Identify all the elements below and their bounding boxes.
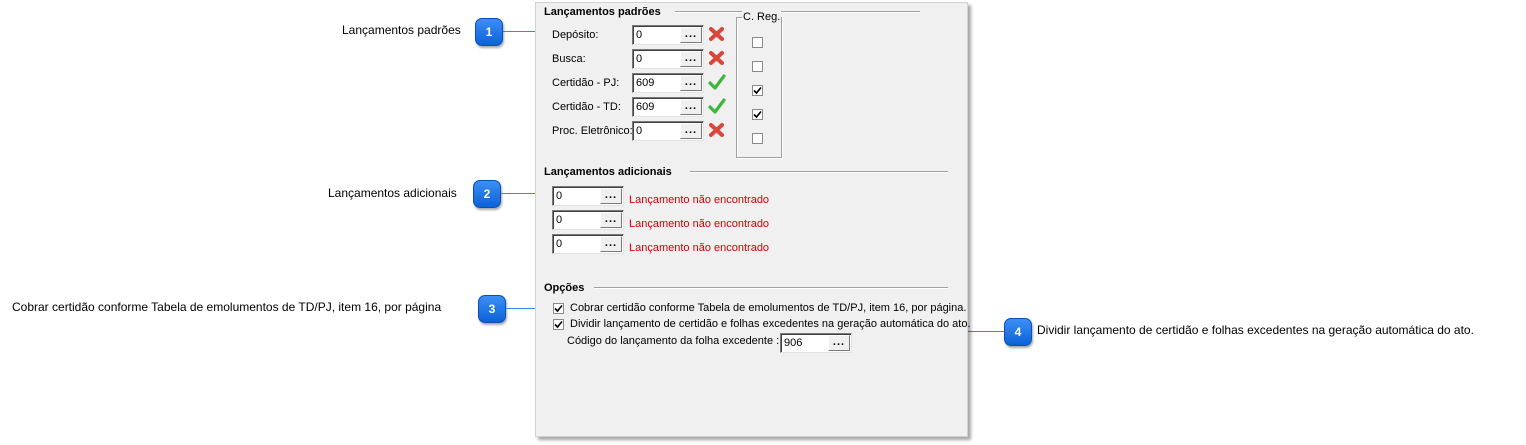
callout-text-1: Lançamentos padrões [342, 23, 461, 37]
dividir-lancamento-label[interactable]: Dividir lançamento de certidão e folhas … [570, 318, 971, 330]
label-certidao-td: Certidão - TD: [552, 101, 621, 113]
x-icon [709, 123, 724, 137]
group-divider-adicionais [690, 171, 948, 173]
codigo-folha-value: 906 [784, 337, 803, 349]
callout-text-2: Lançamentos adicionais [328, 186, 457, 200]
deposito-lookup-button[interactable]: ... [680, 27, 702, 43]
checkmark-icon [753, 110, 762, 119]
adicional-value-2: 0 [556, 214, 563, 226]
callout-text-4: Dividir lançamento de certidão e folhas … [1037, 323, 1474, 337]
callout-badge-3: 3 [478, 295, 506, 323]
callout-text-3: Cobrar certidão conforme Tabela de emolu… [12, 300, 442, 314]
adicional-message-3: Lançamento não encontrado [629, 242, 770, 254]
adicional-lookup-button-3[interactable]: ... [600, 236, 622, 252]
group-divider-opcoes [594, 287, 948, 289]
checkmark-icon [554, 304, 563, 313]
check-icon [708, 74, 726, 90]
dividir-lancamento-checkbox[interactable] [553, 319, 564, 330]
cobrar-certidao-label[interactable]: Cobrar certidão conforme Tabela de emolu… [570, 302, 966, 314]
adicional-message-1: Lançamento não encontrado [629, 194, 770, 206]
creg-checkbox-certidao-pj[interactable] [752, 85, 763, 96]
checkmark-icon [753, 86, 762, 95]
callout-badge-1: 1 [475, 18, 503, 46]
creg-checkbox-busca[interactable] [752, 61, 763, 72]
busca-value: 0 [636, 53, 643, 65]
check-icon [708, 98, 726, 114]
group-title-adicionais: Lançamentos adicionais [544, 166, 672, 178]
certidao-pj-lookup-button[interactable]: ... [680, 75, 702, 91]
adicional-field-2[interactable]: 0 ... [552, 210, 624, 230]
group-divider-padroes [675, 11, 920, 13]
codigo-folha-label: Código do lançamento da folha excedente … [567, 335, 780, 347]
label-busca: Busca: [552, 53, 586, 65]
adicional-field-1[interactable]: 0 ... [552, 186, 624, 206]
label-certidao-pj: Certidão - PJ: [552, 77, 620, 89]
group-title-opcoes: Opções [544, 282, 585, 294]
callout-badge-2: 2 [473, 180, 501, 208]
proc-eletronico-lookup-button[interactable]: ... [680, 123, 702, 139]
creg-checkbox-certidao-td[interactable] [752, 109, 763, 120]
proc-eletronico-value: 0 [636, 125, 643, 137]
codigo-folha-field[interactable]: 906 ... [780, 333, 852, 353]
busca-lookup-button[interactable]: ... [680, 51, 702, 67]
adicional-lookup-button-2[interactable]: ... [600, 212, 622, 228]
group-title-padroes: Lançamentos padrões [544, 6, 661, 18]
cobrar-certidao-checkbox[interactable] [553, 303, 564, 314]
certidao-td-lookup-button[interactable]: ... [680, 99, 702, 115]
adicional-value-1: 0 [556, 190, 563, 202]
certidao-td-field[interactable]: 609 ... [632, 97, 704, 117]
busca-field[interactable]: 0 ... [632, 49, 704, 69]
adicional-message-2: Lançamento não encontrado [629, 218, 770, 230]
adicional-field-3[interactable]: 0 ... [552, 234, 624, 254]
certidao-pj-field[interactable]: 609 ... [632, 73, 704, 93]
checkmark-icon [554, 320, 563, 329]
proc-eletronico-field[interactable]: 0 ... [632, 121, 704, 141]
codigo-folha-lookup-button[interactable]: ... [828, 335, 850, 351]
creg-title: C. Reg. [742, 11, 782, 23]
certidao-pj-value: 609 [636, 77, 655, 89]
deposito-field[interactable]: 0 ... [632, 25, 704, 45]
adicional-value-3: 0 [556, 238, 563, 250]
label-deposito: Depósito: [552, 29, 599, 41]
certidao-td-value: 609 [636, 101, 655, 113]
x-icon [709, 27, 724, 41]
callout-badge-4: 4 [1004, 318, 1032, 346]
x-icon [709, 51, 724, 65]
deposito-value: 0 [636, 29, 643, 41]
adicional-lookup-button-1[interactable]: ... [600, 188, 622, 204]
creg-checkbox-proc-eletronico[interactable] [752, 133, 763, 144]
label-proc-eletronico: Proc. Eletrônico: [552, 125, 633, 137]
creg-checkbox-deposito[interactable] [752, 37, 763, 48]
